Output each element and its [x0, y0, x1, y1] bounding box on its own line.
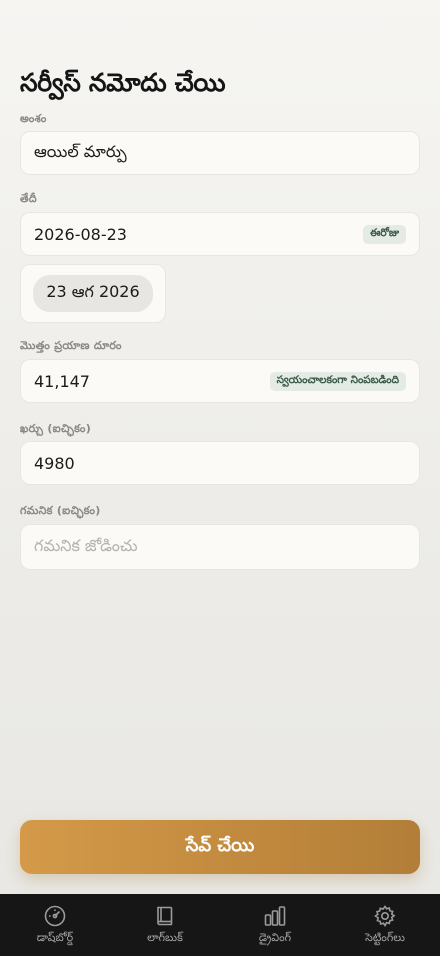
- tab-settings-label: సెట్టింగ్‌లు: [365, 931, 405, 944]
- item-value: ఆయిల్ మార్పు: [34, 141, 127, 161]
- tab-driving-label: డ్రైవింగ్: [258, 931, 292, 944]
- speedometer-icon: [44, 905, 66, 927]
- page-title: సర్వీస్ నమోదు చేయి: [20, 68, 226, 97]
- tab-logbook-label: లాగ్‌బుక్: [147, 931, 183, 944]
- note-field[interactable]: గమనిక జోడించు: [20, 524, 420, 570]
- tab-dashboard[interactable]: డాష్‌బోర్డ్: [0, 894, 110, 956]
- bar-chart-icon: [264, 906, 286, 926]
- tab-driving[interactable]: డ్రైవింగ్: [220, 894, 330, 956]
- item-label: అంశం: [20, 112, 47, 125]
- tab-settings[interactable]: సెట్టింగ్‌లు: [330, 894, 440, 956]
- note-label: గమనిక (ఐచ్ఛికం): [20, 504, 101, 517]
- tab-bar: డాష్‌బోర్డ్ లాగ్‌బుక్ డ్రైవింగ్ సెట్టింగ…: [0, 894, 440, 956]
- tab-dashboard-label: డాష్‌బోర్డ్: [36, 931, 74, 944]
- save-button[interactable]: సేవ్ చేయి: [20, 820, 420, 874]
- odometer-value: 41,147: [34, 371, 90, 391]
- gear-icon: [374, 905, 396, 928]
- today-badge[interactable]: ఈరోజు: [362, 224, 406, 244]
- tab-logbook[interactable]: లాగ్‌బుక్: [110, 894, 220, 956]
- date-field[interactable]: 2026-08-23 ఈరోజు: [20, 212, 420, 256]
- date-picker-card[interactable]: 23 ఆగ 2026: [20, 264, 166, 323]
- date-label: తేదీ: [20, 192, 37, 205]
- date-chip[interactable]: 23 ఆగ 2026: [33, 275, 153, 312]
- cost-field[interactable]: 4980: [20, 441, 420, 485]
- odometer-label: మొత్తం ప్రయాణ దూరం: [20, 339, 122, 352]
- cost-value: 4980: [34, 453, 75, 473]
- odometer-field[interactable]: 41,147 స్వయంచాలకంగా నింపబడింది: [20, 359, 420, 403]
- note-placeholder: గమనిక జోడించు: [34, 535, 138, 555]
- autofill-badge: స్వయంచాలకంగా నింపబడింది: [269, 371, 406, 391]
- date-value: 2026-08-23: [34, 224, 127, 244]
- book-icon: [157, 906, 173, 926]
- cost-label: ఖర్చు (ఐచ్ఛికం): [20, 422, 92, 435]
- item-field[interactable]: ఆయిల్ మార్పు: [20, 131, 420, 175]
